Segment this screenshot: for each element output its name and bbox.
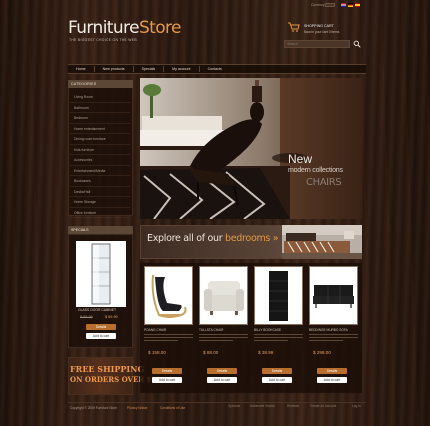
banner-arrow: »	[272, 233, 279, 244]
special-add-to-cart-button[interactable]: Add to cart	[86, 333, 116, 339]
product-add-to-cart-button[interactable]: Add to cart	[152, 377, 182, 383]
product-details-button[interactable]: Details	[207, 368, 237, 374]
product-price: $ 38.99	[258, 350, 274, 355]
product-image[interactable]	[309, 266, 358, 325]
special-old-price: $ 99.99	[80, 315, 93, 319]
cart-title[interactable]: SHOPPING CART	[304, 24, 334, 28]
category-item[interactable]: Desks/Hall	[70, 187, 130, 197]
product-description	[309, 334, 358, 345]
nav-home[interactable]: Home	[68, 66, 95, 72]
special-product-name[interactable]: GLASS DOOR CABINET	[78, 308, 116, 312]
footer-link-create-account[interactable]: Create an Account	[310, 404, 336, 408]
flag-english-icon[interactable]	[341, 3, 346, 7]
product-description	[144, 334, 193, 345]
categories-list: Living Room Bathroom Bedroom Home entert…	[70, 92, 130, 218]
cart-status: Now in your cart 0 items	[304, 30, 340, 34]
special-details-button[interactable]: Details	[86, 324, 116, 330]
product-description	[199, 334, 248, 345]
hero-banner[interactable]	[140, 78, 362, 219]
product-add-to-cart-button[interactable]: Add to cart	[207, 377, 237, 383]
product-image[interactable]	[254, 266, 303, 325]
nav-my-account[interactable]: My account	[164, 66, 200, 72]
category-item[interactable]: Bedroom	[70, 113, 130, 124]
special-new-price: $ 69.99	[105, 315, 118, 319]
hero-subtitle-2: CHAIRS	[306, 177, 342, 188]
category-item[interactable]: Home Storage	[70, 197, 130, 208]
footer-link-specials[interactable]: Specials	[228, 404, 240, 408]
hero-subtitle: modern collections	[288, 167, 343, 174]
hero-living-room-image	[140, 78, 362, 219]
category-item[interactable]: Dining room furniture	[70, 134, 130, 145]
main-navigation: Home New products Specials My account Co…	[68, 64, 366, 74]
nav-new-products[interactable]: New products	[95, 66, 134, 72]
logo-word-2: Store	[138, 18, 182, 38]
product-price: $ 88.00	[203, 350, 219, 355]
product-card: BEDDINGE MURBO SOFA $ 298.00 Details Add…	[309, 266, 358, 383]
hero-title: New	[288, 152, 313, 166]
search-icon[interactable]	[353, 40, 361, 48]
shopping-cart-icon[interactable]	[288, 22, 300, 32]
category-item[interactable]: Bookcases	[70, 176, 130, 187]
search-input[interactable]: Search	[284, 40, 350, 48]
flag-german-icon[interactable]	[348, 3, 353, 7]
category-item[interactable]: Living Room	[70, 92, 130, 103]
footer-link-reviews[interactable]: Reviews	[287, 404, 299, 408]
categories-title: CATEGORIES	[68, 80, 133, 88]
category-item[interactable]: Office furniture	[70, 208, 130, 218]
category-item[interactable]: Home entertainment	[70, 124, 130, 134]
logo-word-1: Furniture	[68, 18, 140, 38]
product-image[interactable]	[144, 266, 193, 325]
product-name[interactable]: BILLY BOOKCASE	[254, 328, 281, 332]
banner-highlight[interactable]: bedrooms	[225, 233, 270, 244]
logo[interactable]: FurnitureStore	[68, 18, 181, 38]
product-details-button[interactable]: Details	[262, 368, 292, 374]
product-card: TULLSTA CHAIR $ 88.00 Details Add to car…	[199, 266, 248, 383]
banner-prefix: Explore all of our	[147, 233, 226, 244]
product-name[interactable]: POANG CHAIR	[144, 328, 166, 332]
category-item[interactable]: Bathroom	[70, 103, 130, 113]
footer-conditions-link[interactable]: Conditions of Use	[160, 406, 185, 410]
footer-copyright: Copyright © 2009 Furniture Store	[70, 406, 117, 410]
currency-select[interactable]	[325, 3, 335, 7]
bedrooms-banner-text: Explore all of our bedrooms »	[147, 233, 279, 244]
product-price: $ 158.00	[148, 350, 166, 355]
product-details-button[interactable]: Details	[152, 368, 182, 374]
nav-contacts[interactable]: Contacts	[200, 66, 230, 72]
product-price: $ 298.00	[313, 350, 331, 355]
category-item[interactable]: Accessories	[70, 155, 130, 166]
free-shipping-line-2: ON ORDERS OVER $99	[70, 375, 162, 384]
product-card: POANG CHAIR $ 158.00 Details Add to cart	[144, 266, 193, 383]
product-image[interactable]	[199, 266, 248, 325]
category-item[interactable]: Kids furniture	[70, 145, 130, 155]
product-card: BILLY BOOKCASE $ 38.99 Details Add to ca…	[254, 266, 303, 383]
logo-tagline: THE BIGGEST CHOICE ON THE WEB	[69, 38, 137, 42]
flag-spanish-icon[interactable]	[355, 3, 360, 7]
product-name[interactable]: TULLSTA CHAIR	[199, 328, 223, 332]
product-description	[254, 334, 303, 345]
footer-link-login[interactable]: Log In	[352, 404, 361, 408]
product-details-button[interactable]: Details	[317, 368, 347, 374]
category-item[interactable]: Entertainment/Media	[70, 166, 130, 176]
free-shipping-line-1: FREE SHIPPING	[70, 364, 145, 374]
specials-title: SPECIALS	[68, 226, 133, 234]
bedroom-image	[282, 225, 362, 259]
currency-label: Currency:	[311, 3, 326, 7]
footer-link-advanced-search[interactable]: Advanced Search	[250, 404, 275, 408]
product-add-to-cart-button[interactable]: Add to cart	[317, 377, 347, 383]
special-product-image[interactable]	[76, 241, 126, 307]
product-name[interactable]: BEDDINGE MURBO SOFA	[309, 328, 348, 332]
nav-specials[interactable]: Specials	[134, 66, 165, 72]
product-add-to-cart-button[interactable]: Add to cart	[262, 377, 292, 383]
footer-privacy-link[interactable]: Privacy Notice	[127, 406, 147, 410]
